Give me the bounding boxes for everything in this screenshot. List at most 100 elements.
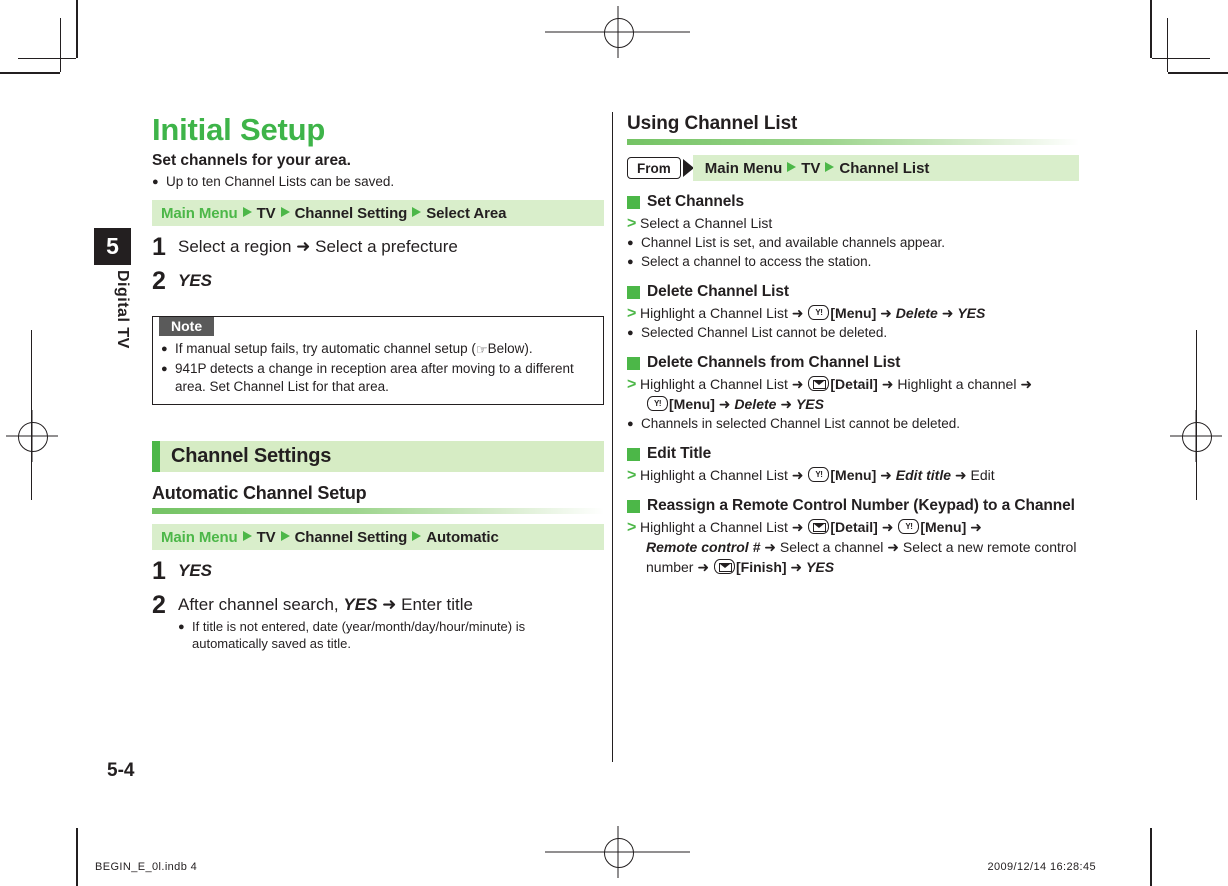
registration-mark-top [545, 6, 690, 58]
green-chevron-icon: > [627, 519, 637, 536]
bullet-dot-icon: ● [627, 327, 634, 339]
bullet-dot-icon: ● [161, 363, 168, 375]
right-column: Using Channel List From Main Menu TV Chann… [627, 112, 1079, 578]
step-bullet: ● If title is not entered, date (year/mo… [178, 618, 604, 652]
softkey-label: [Menu] [669, 396, 715, 412]
instruction-text: ➜ [786, 559, 807, 575]
instruction-block: Delete Channel List > Highlight a Channel … [627, 282, 1079, 342]
instruction-text: ➜ Highlight a channel ➜ [877, 376, 1033, 392]
procedure-text: Remote control # ➜ Select a channel ➜ Se… [640, 538, 1076, 557]
green-square-bullet-icon [627, 196, 647, 209]
instruction-text: ➜ [714, 396, 735, 412]
gradient-rule [152, 508, 604, 514]
note-caption: Note [159, 317, 215, 336]
green-square-bullet-icon [627, 448, 647, 461]
bullet-dot-icon: ● [178, 621, 185, 633]
note-item-text: 941P detects a change in reception area … [175, 361, 574, 394]
step-number: 1 [152, 233, 166, 261]
path-arrow-icon [242, 207, 252, 217]
procedure-text: Highlight a Channel List ➜ [Detail] ➜ Hi… [640, 375, 1032, 394]
crop-mark-tl-v [76, 0, 78, 58]
section-accent-bar [152, 441, 160, 472]
yahoo-menu-key-icon: Y! [808, 467, 830, 482]
softkey-label: [Detail] [830, 376, 878, 392]
path-arrow-icon [412, 531, 422, 541]
lead-text: Set channels for your area. [152, 152, 351, 169]
procedure-text: Highlight a Channel List ➜ [Detail] ➜ Y!… [640, 518, 982, 537]
path-item[interactable]: TV [257, 529, 276, 546]
green-chevron-icon [627, 395, 640, 414]
nav-path-automatic[interactable]: Main Menu TV Channel Setting Automatic [152, 524, 604, 550]
block-heading-text: Edit Title [647, 445, 712, 462]
instruction-text: ➜ [877, 519, 898, 535]
path-main-menu[interactable]: Main Menu [161, 529, 238, 546]
right-column-title: Using Channel List [627, 113, 798, 134]
procedure-line: > Select a Channel List [627, 214, 1079, 233]
step-1-select-region: 1 Select a region ➜ Select a prefecture [152, 234, 604, 260]
procedure-line: number ➜ [Finish] ➜ YES [627, 558, 1079, 577]
path-item[interactable]: Channel Setting [295, 529, 408, 546]
yahoo-menu-key-icon: Y! [647, 396, 668, 411]
procedure-line: Y! [Menu] ➜ Delete ➜ YES [627, 395, 1079, 414]
menu-option-label: YES [957, 305, 986, 321]
path-item[interactable]: Channel Setting [295, 205, 408, 222]
step-number: 2 [152, 267, 166, 295]
arrow-icon: ➜ [296, 237, 311, 257]
procedure-line: > Highlight a Channel List ➜ [Detail] ➜ Y… [627, 518, 1079, 537]
green-chevron-icon: > [627, 215, 637, 232]
step-bullet-text: If title is not entered, date (year/mont… [192, 619, 526, 651]
instruction-block: Set Channels > Select a Channel List ● Chann… [627, 192, 1079, 271]
menu-option-label: YES [806, 559, 835, 575]
note-item: ● 941P detects a change in reception are… [161, 360, 594, 396]
procedure-line: > Highlight a Channel List ➜ [Detail] ➜ H… [627, 375, 1079, 394]
arrow-icon: ➜ [382, 595, 397, 615]
instruction-text: ➜ [966, 519, 982, 535]
path-item[interactable]: TV [801, 160, 820, 177]
path-main-menu[interactable]: Main Menu [705, 160, 783, 177]
green-chevron-icon: > [627, 467, 637, 484]
instruction-text: ➜ [776, 396, 796, 412]
procedure-text: number ➜ [Finish] ➜ YES [640, 558, 834, 577]
crop-mark-tr-h2 [1152, 58, 1210, 59]
step-number: 1 [152, 557, 166, 585]
bullet-dot-icon: ● [627, 237, 634, 249]
mail-key-icon [808, 519, 830, 534]
right-column-blocks: Set Channels > Select a Channel List ● Chann… [627, 192, 1079, 577]
procedure-line: > Highlight a Channel List ➜ Y! [Menu] ➜ E… [627, 466, 1079, 485]
registration-mark-left [6, 410, 58, 462]
nav-path-select-area[interactable]: Main Menu TV Channel Setting Select Area [152, 200, 604, 226]
lead-bullet: ● Up to ten Channel Lists can be saved. [152, 173, 604, 191]
step-number: 2 [152, 591, 166, 619]
block-heading-text: Delete Channels from Channel List [647, 354, 901, 371]
block-bullet: ● Selected Channel List cannot be deleted… [627, 324, 1079, 342]
production-footer: BEGIN_E_0l.indb 4 2009/12/14 16:28:45 [0, 858, 1228, 880]
block-bullet: ● Channels in selected Channel List canno… [627, 415, 1079, 433]
path-item[interactable]: TV [257, 205, 276, 222]
from-path-text: Main Menu TV Channel List [692, 155, 1079, 181]
block-bullet-text: Channels in selected Channel List cannot… [641, 416, 960, 431]
softkey-label: [Finish] [735, 559, 787, 575]
instruction-text: Highlight a Channel List ➜ [640, 519, 808, 535]
block-heading: Delete Channels from Channel List [627, 353, 1079, 373]
lead-bullet-text: Up to ten Channel Lists can be saved. [166, 174, 395, 189]
step-text: YES [178, 561, 213, 580]
block-heading: Edit Title [627, 444, 1079, 464]
path-item[interactable]: Channel List [839, 160, 929, 177]
instruction-text: ➜ [876, 467, 896, 483]
path-arrow-icon [242, 531, 252, 541]
menu-option-label: Remote control # [646, 539, 761, 555]
step-2-yes: 2 YES [152, 268, 604, 294]
path-main-menu[interactable]: Main Menu [161, 205, 238, 222]
block-bullet-text: Selected Channel List cannot be deleted. [641, 325, 888, 340]
path-item[interactable]: Automatic [426, 529, 499, 546]
menu-option-label: Delete [734, 396, 777, 412]
path-item[interactable]: Select Area [426, 205, 506, 222]
crop-mark-tl-v2 [60, 18, 61, 72]
note-box: Note ● If manual setup fails, try automa… [152, 316, 604, 405]
bullet-dot-icon: ● [161, 343, 168, 355]
instruction-text: Highlight a Channel List ➜ [640, 467, 808, 483]
from-path-bar[interactable]: From Main Menu TV Channel List [627, 155, 1079, 181]
block-bullet: ● Select a channel to access the station. [627, 253, 1079, 271]
crop-mark-tl-h2 [18, 58, 76, 59]
step-text: Select a region ➜ Select a prefecture [178, 236, 604, 258]
